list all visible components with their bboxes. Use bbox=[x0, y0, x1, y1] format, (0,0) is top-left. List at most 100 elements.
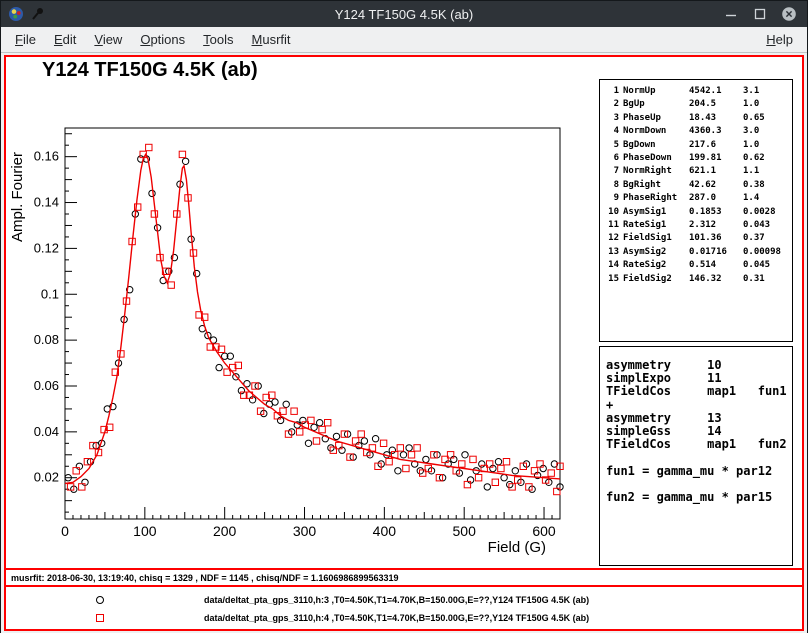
window-title: Y124 TF150G 4.5K (ab) bbox=[1, 7, 807, 22]
legend-marker bbox=[96, 596, 104, 604]
param-number: 15 bbox=[606, 273, 619, 286]
menu-item[interactable]: View bbox=[85, 30, 131, 49]
menubar: File Edit View Options Tools Musrfit Hel… bbox=[1, 27, 807, 53]
svg-text:600: 600 bbox=[532, 523, 556, 539]
param-row: 7 NormRight 621.1 1.1 bbox=[606, 165, 792, 178]
param-row: 10 AsymSig1 0.1853 0.0028 bbox=[606, 206, 792, 219]
plot-title: Y124 TF150G 4.5K (ab) bbox=[42, 59, 258, 82]
menu-item[interactable]: Edit bbox=[45, 30, 85, 49]
menu-item[interactable]: File bbox=[6, 30, 45, 49]
svg-text:0: 0 bbox=[61, 523, 69, 539]
param-row: 8 BgRight 42.62 0.38 bbox=[606, 179, 792, 192]
param-name: RateSig1 bbox=[623, 219, 685, 232]
svg-text:100: 100 bbox=[133, 523, 157, 539]
svg-text:Ampl. Fourier: Ampl. Fourier bbox=[9, 152, 26, 242]
param-row: 3 PhaseUp 18.43 0.65 bbox=[606, 112, 792, 125]
param-value: 4542.1 bbox=[689, 85, 739, 98]
param-error: 1.0 bbox=[743, 139, 792, 152]
param-name: RateSig2 bbox=[623, 259, 685, 272]
menu-item-help[interactable]: Help bbox=[757, 30, 802, 49]
svg-text:400: 400 bbox=[373, 523, 397, 539]
param-error: 0.00098 bbox=[743, 246, 792, 259]
svg-text:200: 200 bbox=[213, 523, 237, 539]
svg-text:0.16: 0.16 bbox=[34, 149, 59, 164]
theory-line: TFieldCos map1 fun1 bbox=[606, 385, 786, 398]
param-box: 1 NormUp 4542.1 3.1 2 BgUp 204.5 1.0 bbox=[599, 79, 793, 342]
param-name: PhaseRight bbox=[623, 192, 685, 205]
param-value: 199.81 bbox=[689, 152, 739, 165]
param-number: 1 bbox=[606, 85, 619, 98]
svg-text:Field (G): Field (G) bbox=[488, 539, 546, 556]
param-error: 0.045 bbox=[743, 259, 792, 272]
param-number: 12 bbox=[606, 232, 619, 245]
fit-info-text: musrfit: 2018-06-30, 13:19:40, chisq = 1… bbox=[11, 573, 398, 583]
param-value: 146.32 bbox=[689, 273, 739, 286]
param-name: BgRight bbox=[623, 179, 685, 192]
minimize-button[interactable] bbox=[723, 6, 739, 22]
param-number: 8 bbox=[606, 179, 619, 192]
svg-text:0.02: 0.02 bbox=[34, 470, 59, 485]
plot-pad[interactable]: 0 100 200 300 400 500 600 0.02 0.04 0.06 0.08 0.1 0.… bbox=[6, 57, 802, 568]
close-button[interactable] bbox=[781, 6, 797, 22]
param-error: 1.1 bbox=[743, 165, 792, 178]
param-error: 1.4 bbox=[743, 192, 792, 205]
param-error: 0.043 bbox=[743, 219, 792, 232]
svg-text:500: 500 bbox=[453, 523, 477, 539]
param-value: 4360.3 bbox=[689, 125, 739, 138]
param-number: 10 bbox=[606, 206, 619, 219]
param-name: AsymSig1 bbox=[623, 206, 685, 219]
param-value: 217.6 bbox=[689, 139, 739, 152]
param-error: 0.37 bbox=[743, 232, 792, 245]
param-number: 2 bbox=[606, 98, 619, 111]
svg-text:300: 300 bbox=[293, 523, 317, 539]
param-number: 11 bbox=[606, 219, 619, 232]
svg-text:0.04: 0.04 bbox=[34, 424, 59, 439]
param-name: PhaseUp bbox=[623, 112, 685, 125]
param-error: 0.65 bbox=[743, 112, 792, 125]
param-value: 0.01716 bbox=[689, 246, 739, 259]
param-value: 621.1 bbox=[689, 165, 739, 178]
menu-item[interactable]: Musrfit bbox=[243, 30, 300, 49]
app-icon[interactable] bbox=[8, 6, 24, 22]
param-number: 13 bbox=[606, 246, 619, 259]
param-name: NormUp bbox=[623, 85, 685, 98]
canvas-margin: 0 100 200 300 400 500 600 0.02 0.04 0.06 0.08 0.1 0.… bbox=[1, 53, 807, 633]
param-name: FieldSig2 bbox=[623, 273, 685, 286]
menu-item[interactable]: Tools bbox=[194, 30, 242, 49]
param-number: 7 bbox=[606, 165, 619, 178]
legend-row: data/deltat_pta_gps_3110,h:4 ,T0=4.50K,T… bbox=[6, 609, 802, 627]
param-row: 5 BgDown 217.6 1.0 bbox=[606, 139, 792, 152]
titlebar[interactable]: Y124 TF150G 4.5K (ab) bbox=[1, 1, 807, 27]
param-error: 3.0 bbox=[743, 125, 792, 138]
param-row: 15 FieldSig2 146.32 0.31 bbox=[606, 273, 792, 286]
svg-text:0.1: 0.1 bbox=[41, 286, 59, 301]
theory-box: asymmetry 10 simplExpo 11 TFieldCos map1… bbox=[599, 346, 793, 566]
param-name: BgDown bbox=[623, 139, 685, 152]
theory-line: TFieldCos map1 fun2 bbox=[606, 438, 786, 451]
maximize-button[interactable] bbox=[752, 6, 768, 22]
param-error: 0.0028 bbox=[743, 206, 792, 219]
app-window: Y124 TF150G 4.5K (ab) File Edit View bbox=[0, 0, 808, 633]
param-row: 4 NormDown 4360.3 3.0 bbox=[606, 125, 792, 138]
param-error: 1.0 bbox=[743, 98, 792, 111]
svg-text:0.12: 0.12 bbox=[34, 240, 59, 255]
legend-row: data/deltat_pta_gps_3110,h:3 ,T0=4.50K,T… bbox=[6, 591, 802, 609]
param-row: 1 NormUp 4542.1 3.1 bbox=[606, 85, 792, 98]
param-value: 2.312 bbox=[689, 219, 739, 232]
root-canvas: 0 100 200 300 400 500 600 0.02 0.04 0.06 0.08 0.1 0.… bbox=[4, 55, 804, 631]
pin-icon[interactable] bbox=[31, 6, 47, 22]
plot-svg[interactable]: 0 100 200 300 400 500 600 0.02 0.04 0.06 0.08 0.1 0.… bbox=[6, 57, 606, 562]
legend-marker bbox=[96, 614, 104, 622]
svg-text:0.06: 0.06 bbox=[34, 378, 59, 393]
param-number: 14 bbox=[606, 259, 619, 272]
param-row: 14 RateSig2 0.514 0.045 bbox=[606, 259, 792, 272]
menu-item[interactable]: Options bbox=[131, 30, 194, 49]
param-value: 0.514 bbox=[689, 259, 739, 272]
theory-line bbox=[606, 451, 786, 464]
param-number: 3 bbox=[606, 112, 619, 125]
param-error: 0.62 bbox=[743, 152, 792, 165]
fit-info-pad: musrfit: 2018-06-30, 13:19:40, chisq = 1… bbox=[6, 568, 802, 587]
legend-label: data/deltat_pta_gps_3110,h:4 ,T0=4.50K,T… bbox=[204, 613, 589, 623]
param-error: 3.1 bbox=[743, 85, 792, 98]
svg-text:0.08: 0.08 bbox=[34, 332, 59, 347]
